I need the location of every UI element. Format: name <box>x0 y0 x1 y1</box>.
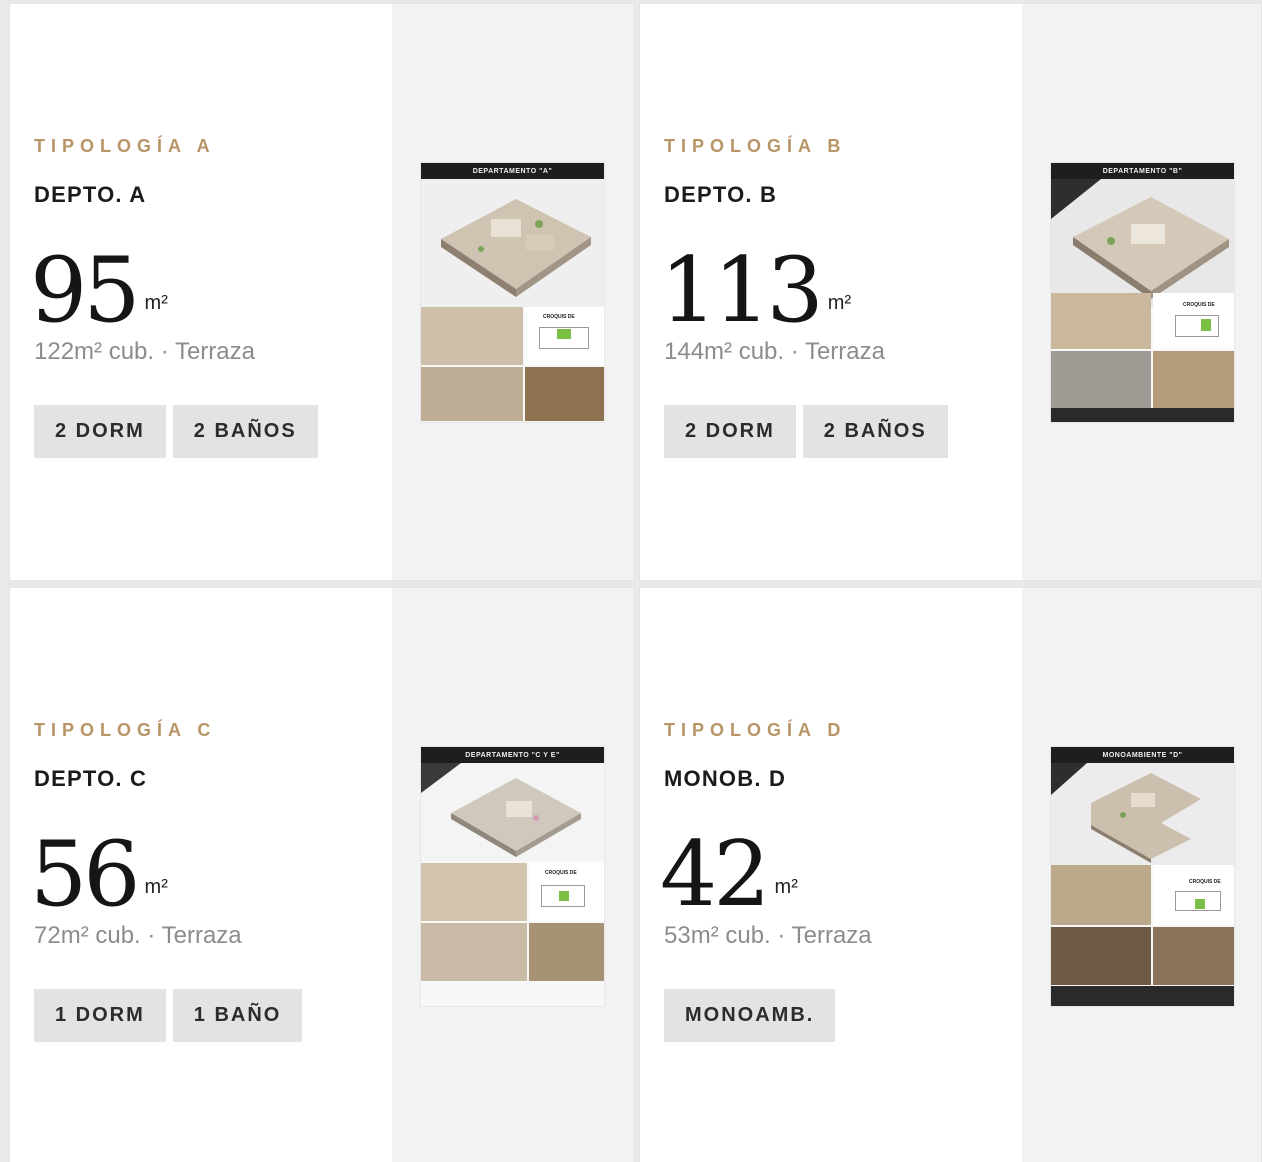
kitchen-photo <box>1051 927 1151 985</box>
typology-grid: TIPOLOGÍA A DEPTO. A 95 m² 122m² cub. · … <box>0 0 1262 1162</box>
unit-title: DEPTO. C <box>34 766 148 791</box>
card-info: TIPOLOGÍA A DEPTO. A 95 m² 122m² cub. · … <box>10 4 392 580</box>
unit-title: MONOB. D <box>664 766 787 791</box>
location-sketch: CROQUIS DE <box>1153 865 1234 925</box>
dining-photo <box>421 367 523 421</box>
floorplan-brochure-thumbnail[interactable]: DEPARTAMENTO "B" CROQUIS DE <box>1050 162 1235 423</box>
card-info: TIPOLOGÍA B DEPTO. B 113 m² 144m² cub. ·… <box>640 4 1022 580</box>
unit-title: DEPTO. A <box>34 182 147 207</box>
living-photo <box>1051 293 1151 349</box>
typology-label: TIPOLOGÍA A <box>34 136 216 156</box>
typology-card-b[interactable]: TIPOLOGÍA B DEPTO. B 113 m² 144m² cub. ·… <box>639 3 1262 581</box>
typology-card-c[interactable]: TIPOLOGÍA C DEPTO. C 56 m² 72m² cub. · T… <box>9 587 635 1162</box>
tag-bedrooms: 1 DORM <box>34 989 166 1042</box>
floorplan-brochure-thumbnail[interactable]: MONOAMBIENTE "D" CROQUIS DE <box>1050 746 1235 1007</box>
brochure-header: DEPARTAMENTO "A" <box>421 163 604 179</box>
typology-label: TIPOLOGÍA B <box>664 136 847 156</box>
tag-unit-type: MONOAMB. <box>664 989 836 1042</box>
area-row: 56 m² <box>30 822 168 927</box>
floorplan-3d-image <box>1051 179 1234 307</box>
feature-tags: 2 DORM 2 BAÑOS <box>664 405 948 458</box>
location-sketch: CROQUIS DE <box>525 307 604 365</box>
area-value: 56 <box>30 822 141 927</box>
brochure-header: DEPARTAMENTO "B" <box>1051 163 1234 179</box>
bedroom-photo <box>525 367 604 421</box>
floorplan-3d-image <box>421 179 604 307</box>
card-media: MONOAMBIENTE "D" CROQUIS DE <box>1022 588 1261 1162</box>
area-value: 95 <box>30 238 141 343</box>
location-sketch: CROQUIS DE <box>1153 293 1234 349</box>
interior-photo <box>421 307 523 365</box>
card-media: DEPARTAMENTO "A" CROQUIS DE <box>392 4 634 580</box>
brochure-footer <box>1051 408 1234 422</box>
brochure-header: MONOAMBIENTE "D" <box>1051 747 1234 763</box>
location-sketch: CROQUIS DE <box>529 863 604 921</box>
floorplan-3d-image <box>421 763 604 861</box>
tag-bathrooms: 2 BAÑOS <box>802 405 948 458</box>
bedroom-photo <box>1153 351 1234 409</box>
living-photo <box>421 923 527 981</box>
area-value: 42 <box>660 822 771 927</box>
feature-tags: MONOAMB. <box>664 989 836 1042</box>
bedroom-photo <box>1051 865 1151 925</box>
card-info: TIPOLOGÍA C DEPTO. C 56 m² 72m² cub. · T… <box>10 588 392 1162</box>
floorplan-3d-image <box>1051 763 1234 865</box>
brochure-header: DEPARTAMENTO "C Y E" <box>421 747 604 763</box>
floorplan-brochure-thumbnail[interactable]: DEPARTAMENTO "A" CROQUIS DE <box>420 162 605 423</box>
tag-bathrooms: 1 BAÑO <box>172 989 303 1042</box>
area-detail: 122m² cub. · Terraza <box>34 338 255 365</box>
brochure-footer <box>1051 986 1234 1006</box>
area-row: 113 m² <box>660 238 852 343</box>
tag-bedrooms: 2 DORM <box>664 405 796 458</box>
kitchen-photo <box>421 863 527 921</box>
unit-title: DEPTO. B <box>664 182 778 207</box>
card-media: DEPARTAMENTO "C Y E" CROQUIS DE <box>392 588 634 1162</box>
card-media: DEPARTAMENTO "B" CROQUIS DE <box>1022 4 1261 580</box>
living-photo <box>1153 927 1234 985</box>
typology-label: TIPOLOGÍA D <box>664 720 847 740</box>
area-detail: 72m² cub. · Terraza <box>34 922 242 949</box>
area-detail: 144m² cub. · Terraza <box>664 338 885 365</box>
kitchen-photo <box>1051 351 1151 409</box>
tag-bathrooms: 2 BAÑOS <box>172 405 318 458</box>
floorplan-brochure-thumbnail[interactable]: DEPARTAMENTO "C Y E" CROQUIS DE <box>420 746 605 1007</box>
feature-tags: 2 DORM 2 BAÑOS <box>34 405 318 458</box>
area-unit: m² <box>774 876 798 898</box>
feature-tags: 1 DORM 1 BAÑO <box>34 989 303 1042</box>
card-info: TIPOLOGÍA D MONOB. D 42 m² 53m² cub. · T… <box>640 588 1022 1162</box>
area-row: 95 m² <box>30 238 168 343</box>
area-detail: 53m² cub. · Terraza <box>664 922 872 949</box>
area-unit: m² <box>144 876 168 898</box>
area-row: 42 m² <box>660 822 798 927</box>
area-unit: m² <box>144 292 168 314</box>
area-value: 113 <box>660 238 824 343</box>
tag-bedrooms: 2 DORM <box>34 405 166 458</box>
typology-card-d[interactable]: TIPOLOGÍA D MONOB. D 42 m² 53m² cub. · T… <box>639 587 1262 1162</box>
typology-card-a[interactable]: TIPOLOGÍA A DEPTO. A 95 m² 122m² cub. · … <box>9 3 635 581</box>
typology-label: TIPOLOGÍA C <box>34 720 217 740</box>
area-unit: m² <box>827 292 852 314</box>
bedroom-photo <box>529 923 604 981</box>
